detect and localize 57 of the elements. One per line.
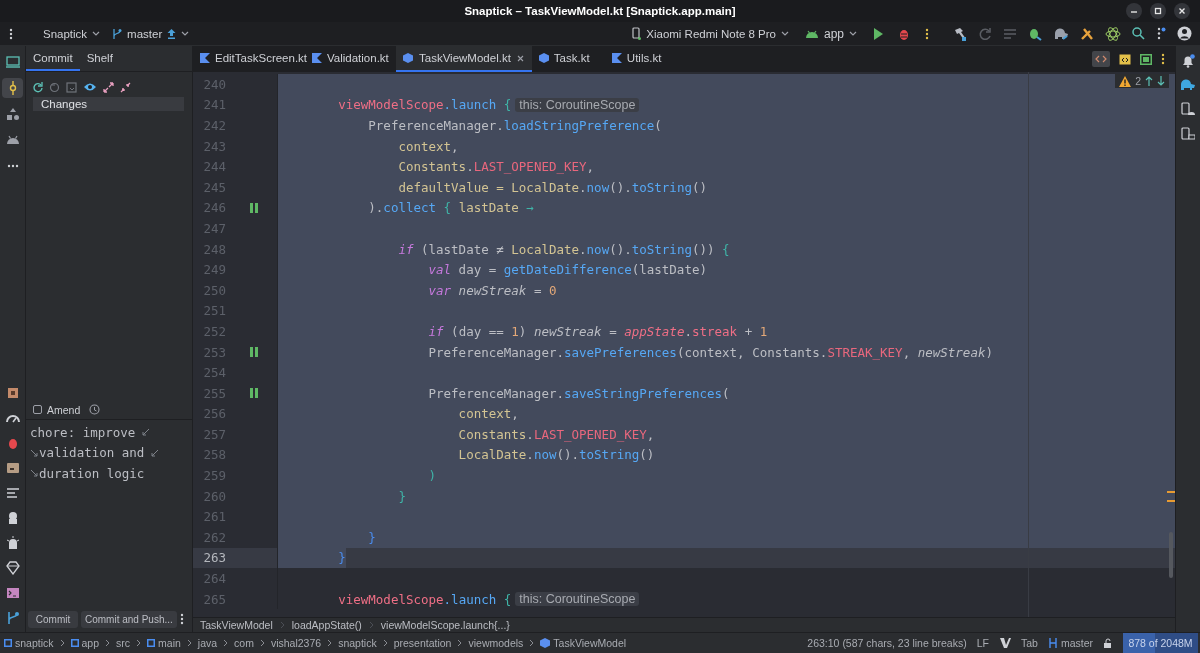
line-number: 263	[202, 549, 226, 568]
code-line: PreferenceManager.saveStringPreferences(	[427, 385, 730, 401]
code-line: PreferenceManager.loadStringPreference(	[367, 118, 662, 133]
code-line: LocalDate.now().toString()	[457, 447, 655, 463]
editor-tab[interactable]: Utils.kt	[604, 46, 670, 72]
code-line: if (lastDate ≠ LocalDate.now().toString()) {	[397, 241, 730, 257]
path-item[interactable]: TaskViewModel	[540, 637, 627, 649]
vcs-branch[interactable]: master	[1047, 637, 1093, 649]
code-line: PreferenceManager.savePreferences(context, Constants.STREAK_KEY, newStreak)	[427, 344, 993, 360]
path-item[interactable]: app	[70, 637, 100, 649]
code-line: viewModelScope.launch {	[337, 97, 512, 113]
breadcrumb[interactable]: viewModelScope.launch{...}	[380, 619, 510, 631]
path-item[interactable]: src	[116, 637, 131, 649]
code-line: }	[397, 488, 406, 504]
breadcrumb[interactable]: loadAppState()	[291, 619, 362, 631]
code-line: val day = getDateDifference(lastDate)	[427, 262, 707, 278]
commit-button[interactable]: Commit	[28, 610, 78, 628]
branch-selector[interactable]: master	[112, 27, 190, 40]
code-line: ).collect { lastDate →	[367, 200, 534, 216]
device-selector[interactable]: Xiaomi Redmi Note 8 Pro	[632, 27, 789, 40]
code-line: context,	[397, 138, 459, 154]
code-line: if (day == 1) newStreak = appState.streak + 1	[427, 323, 768, 339]
panel-tab[interactable]: Commit	[26, 46, 80, 71]
run-config-selector[interactable]: app	[805, 26, 858, 41]
inlay-hint: this: CoroutineScope	[515, 97, 640, 112]
editor-tab[interactable]: Task.kt	[531, 46, 605, 72]
panel-tab[interactable]: Shelf	[79, 46, 120, 71]
code-line: viewModelScope.launch {	[337, 591, 512, 607]
path-item[interactable]: snaptick	[4, 637, 54, 649]
editor-tab[interactable]: TaskViewModel.kt	[396, 46, 532, 72]
code-line: Constants.LAST_OPENED_KEY,	[397, 159, 595, 175]
path-item[interactable]: presentation	[393, 637, 452, 649]
line-separator[interactable]: LF	[976, 637, 989, 649]
path-item[interactable]: main	[147, 637, 181, 649]
caret-position[interactable]: 263:10 (587 chars, 23 line breaks)	[807, 637, 967, 649]
code-line: var newStreak = 0	[427, 282, 557, 298]
amend-checkbox[interactable]: Amend	[33, 403, 81, 416]
breadcrumb[interactable]: TaskViewModel	[200, 619, 273, 631]
window-title: Snaptick – TaskViewModel.kt [Snaptick.app.main]	[464, 5, 736, 17]
path-item[interactable]: vishal2376	[270, 637, 322, 649]
path-item[interactable]: snaptick	[338, 637, 377, 649]
memory-indicator[interactable]: 878 of 2048M	[1123, 633, 1198, 653]
code-line: defaultValue = LocalDate.now().toString()	[397, 179, 707, 195]
changes-node[interactable]: Changes	[33, 97, 184, 111]
code-line: Constants.LAST_OPENED_KEY,	[457, 426, 655, 442]
inspection-widget[interactable]: 2	[1115, 74, 1169, 88]
editor-tab[interactable]: EditTaskScreen.kt	[193, 46, 305, 72]
commit-and-push-button[interactable]: Commit and Push...	[81, 610, 177, 628]
path-item[interactable]: com	[234, 637, 254, 649]
code-line: context,	[457, 406, 519, 422]
indent-setting[interactable]: Tab	[1020, 637, 1038, 649]
project-selector[interactable]: Snaptick	[43, 27, 101, 40]
code-line: )	[427, 468, 437, 484]
path-item[interactable]: viewmodels	[468, 637, 524, 649]
path-item[interactable]: java	[197, 637, 218, 649]
inlay-hint: this: CoroutineScope	[515, 592, 640, 607]
code-line: }	[367, 529, 376, 545]
